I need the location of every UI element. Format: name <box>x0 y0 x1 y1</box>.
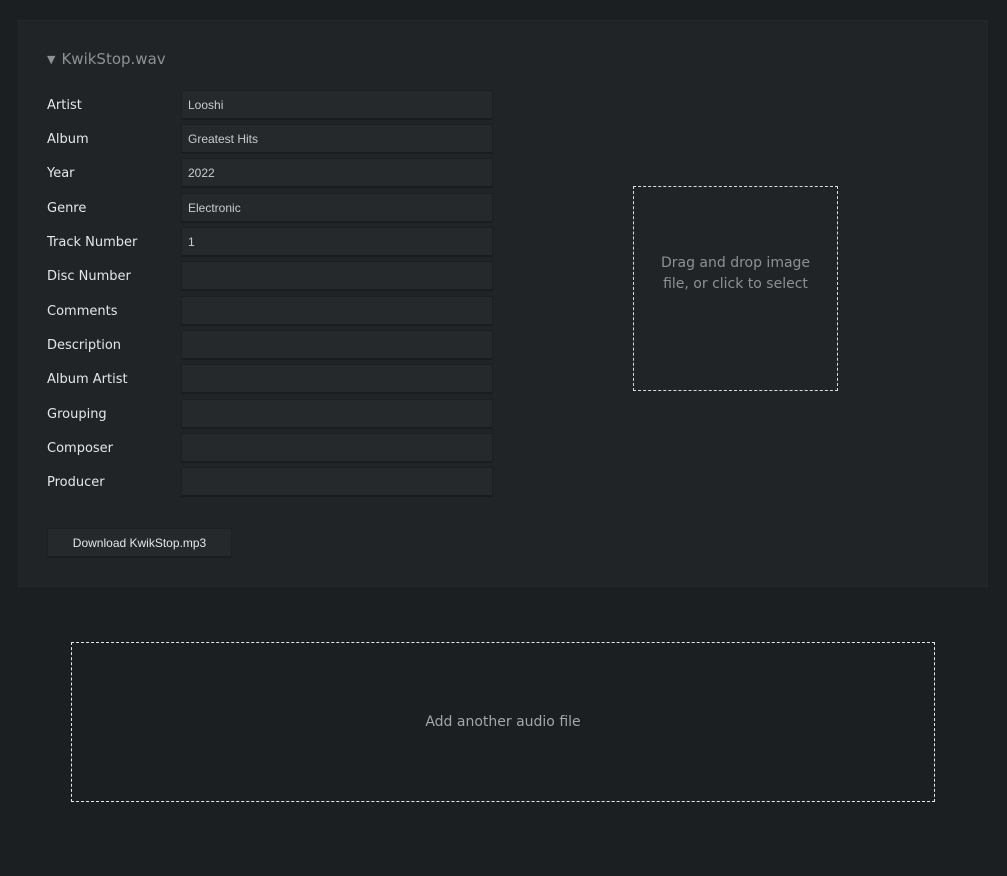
download-button[interactable]: Download KwikStop.mp3 <box>47 528 232 558</box>
field-label: Disc Number <box>47 268 131 284</box>
add-audio-text: Add another audio file <box>425 714 581 730</box>
field-row-description: Description <box>47 330 493 360</box>
file-name: KwikStop.wav <box>61 50 166 68</box>
field-label: Comments <box>47 303 118 319</box>
comments-input[interactable] <box>181 296 493 326</box>
field-label: Album Artist <box>47 371 128 387</box>
field-row-year: Year <box>47 158 493 188</box>
field-label: Year <box>47 165 75 181</box>
file-panel: ▼ KwikStop.wav Artist Album Year Genre T… <box>18 20 988 587</box>
field-row-disc-number: Disc Number <box>47 261 493 291</box>
field-label: Track Number <box>47 234 138 250</box>
field-label: Grouping <box>47 406 107 422</box>
album-artist-input[interactable] <box>181 364 493 394</box>
track-number-input[interactable] <box>181 227 493 257</box>
field-label: Genre <box>47 200 87 216</box>
album-input[interactable] <box>181 124 493 154</box>
field-row-grouping: Grouping <box>47 399 493 429</box>
field-row-artist: Artist <box>47 90 493 120</box>
field-label: Description <box>47 337 122 353</box>
field-label: Producer <box>47 474 105 490</box>
composer-input[interactable] <box>181 433 493 463</box>
artist-input[interactable] <box>181 90 493 120</box>
triangle-down-icon[interactable]: ▼ <box>47 53 55 66</box>
image-dropzone-text: Drag and drop image file, or click to se… <box>660 254 811 292</box>
grouping-input[interactable] <box>181 399 493 429</box>
field-row-album-artist: Album Artist <box>47 364 493 394</box>
field-row-genre: Genre <box>47 193 493 223</box>
disc-number-input[interactable] <box>181 261 493 291</box>
field-row-track-number: Track Number <box>47 227 493 257</box>
description-input[interactable] <box>181 330 493 360</box>
field-row-comments: Comments <box>47 296 493 326</box>
image-dropzone[interactable]: Drag and drop image file, or click to se… <box>633 186 838 391</box>
field-row-composer: Composer <box>47 433 493 463</box>
genre-input[interactable] <box>181 193 493 223</box>
field-row-album: Album <box>47 124 493 154</box>
field-label: Album <box>47 131 89 147</box>
add-audio-dropzone[interactable]: Add another audio file <box>71 642 935 802</box>
field-label: Artist <box>47 97 82 113</box>
year-input[interactable] <box>181 158 493 188</box>
field-label: Composer <box>47 440 114 456</box>
field-row-producer: Producer <box>47 467 493 497</box>
producer-input[interactable] <box>181 467 493 497</box>
file-header-toggle[interactable]: ▼ KwikStop.wav <box>47 50 166 68</box>
